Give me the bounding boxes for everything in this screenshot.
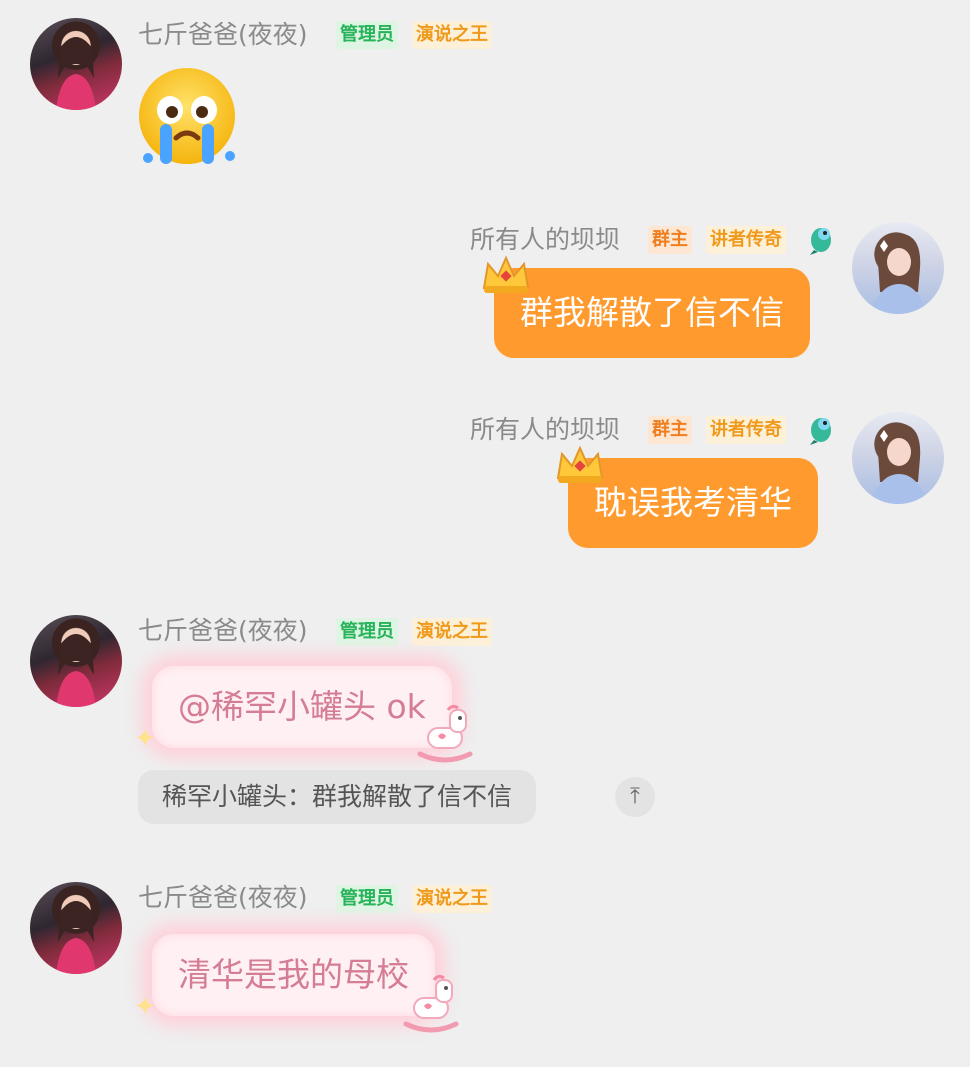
sender-name[interactable]: 所有人的坝坝 <box>470 225 620 255</box>
crown-icon <box>480 252 532 296</box>
sender-avatar[interactable] <box>30 882 122 974</box>
jump-to-quote-icon[interactable]: ⤒ <box>615 777 655 817</box>
sender-name[interactable]: 七斤爸爸(夜夜) <box>138 20 308 50</box>
sender-avatar[interactable] <box>30 615 122 707</box>
message-bubble[interactable]: @稀罕小罐头 ok <box>152 666 452 748</box>
sparkle-icon: ✦ <box>134 992 156 1022</box>
message-bubble[interactable]: 群我解散了信不信 <box>494 268 810 358</box>
admin-badge: 管理员 <box>336 885 398 913</box>
admin-badge: 管理员 <box>336 618 398 646</box>
speaker-legend-badge: 讲者传奇 <box>706 416 786 444</box>
group-owner-badge: 群主 <box>648 416 692 444</box>
rocking-horse-icon <box>412 700 478 766</box>
sparkle-icon: ✦ <box>134 724 156 754</box>
sender-name[interactable]: 七斤爸爸(夜夜) <box>138 883 308 913</box>
message-bubble[interactable]: 清华是我的母校 <box>152 934 435 1016</box>
reply-quote[interactable]: 稀罕小罐头：群我解散了信不信 <box>138 770 537 824</box>
crying-emoji-icon[interactable] <box>134 66 240 172</box>
sender-avatar[interactable] <box>30 18 122 110</box>
speech-king-badge: 演说之王 <box>412 21 492 49</box>
admin-badge: 管理员 <box>336 21 398 49</box>
self-avatar[interactable] <box>852 222 944 314</box>
sender-name[interactable]: 所有人的坝坝 <box>470 415 620 445</box>
speech-king-badge: 演说之王 <box>412 885 492 913</box>
speech-king-badge: 演说之王 <box>412 618 492 646</box>
group-owner-badge: 群主 <box>648 226 692 254</box>
self-avatar[interactable] <box>852 412 944 504</box>
crown-icon <box>554 442 606 486</box>
bird-badge-icon <box>806 224 836 256</box>
speaker-legend-badge: 讲者传奇 <box>706 226 786 254</box>
bird-badge-icon <box>806 414 836 446</box>
sender-name[interactable]: 七斤爸爸(夜夜) <box>138 616 308 646</box>
rocking-horse-icon <box>398 970 464 1036</box>
